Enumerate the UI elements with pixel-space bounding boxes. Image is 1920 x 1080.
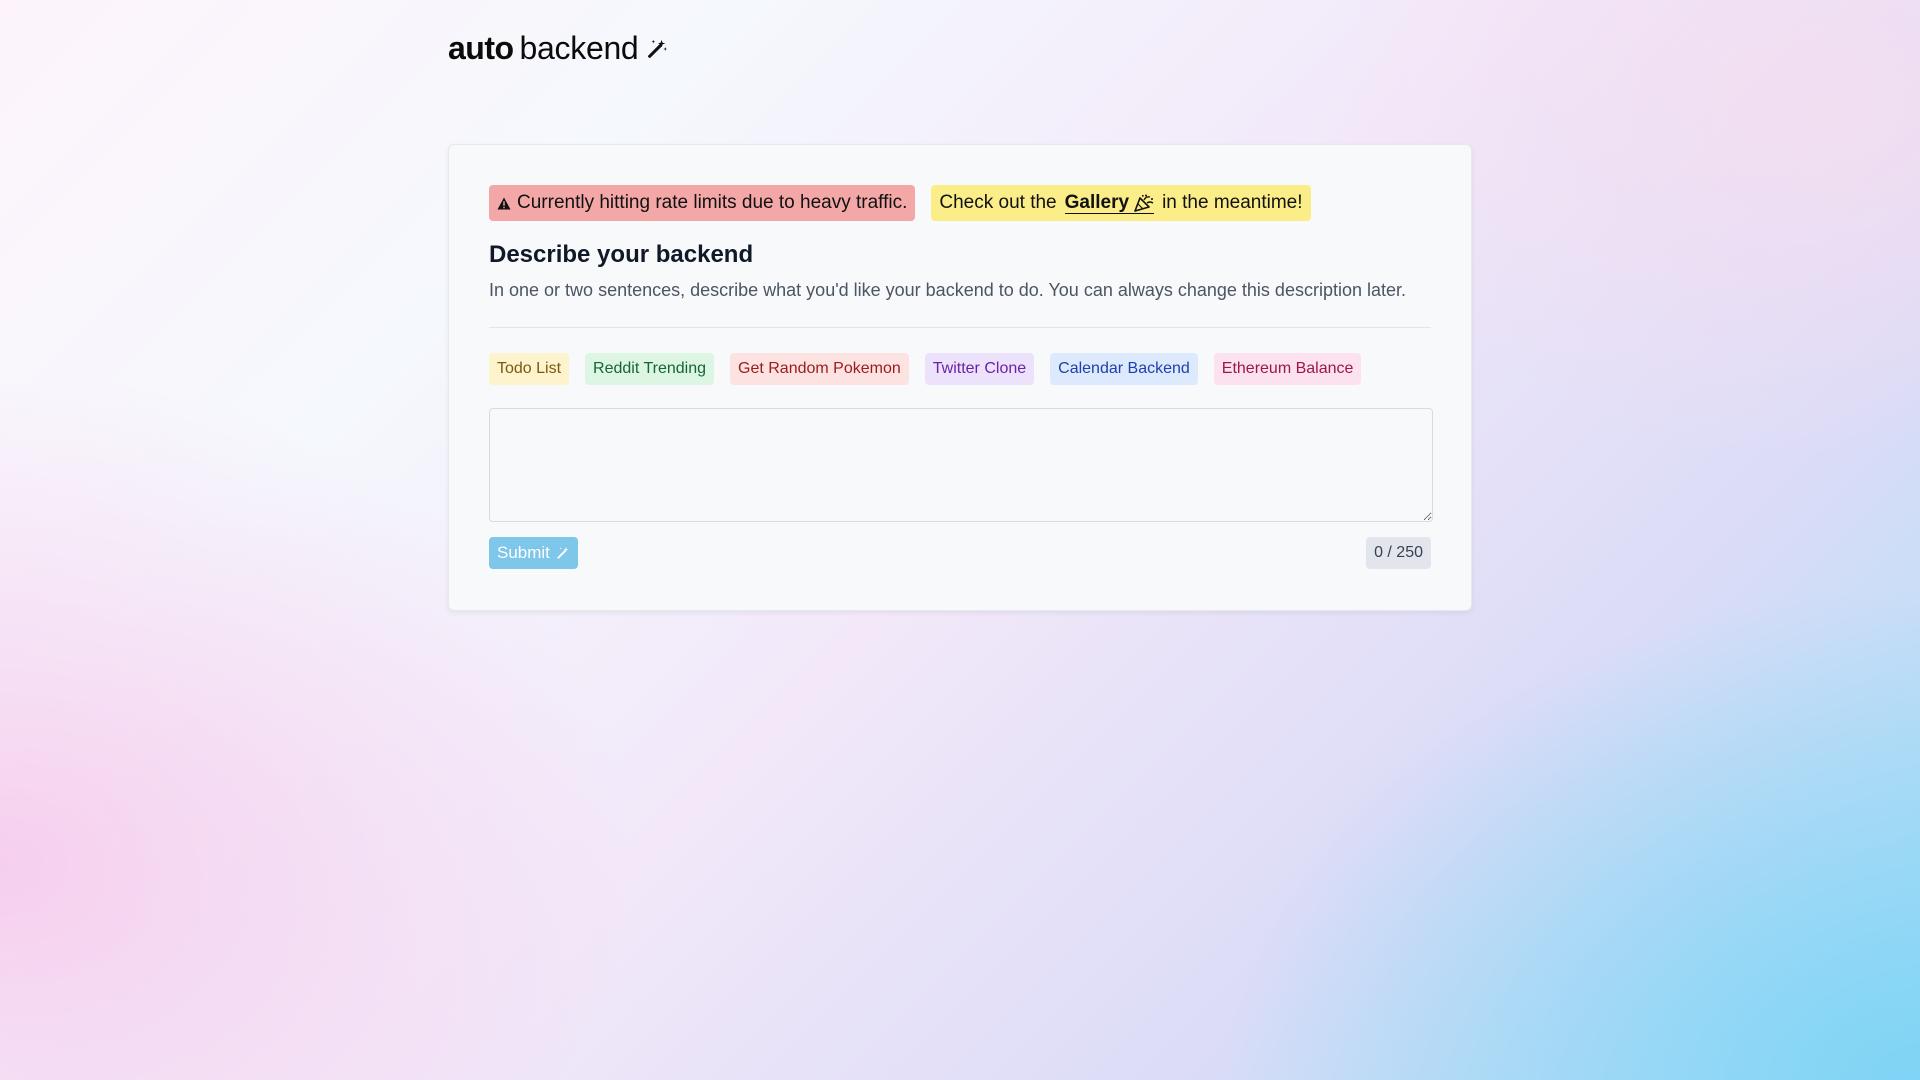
- example-chips: Todo List Reddit Trending Get Random Pok…: [489, 353, 1431, 385]
- gallery-prefix-text: Check out the: [939, 192, 1057, 213]
- magic-wand-icon: [557, 547, 569, 559]
- example-chip-get-random-pokemon[interactable]: Get Random Pokemon: [730, 353, 909, 385]
- example-chip-ethereum-balance[interactable]: Ethereum Balance: [1213, 353, 1362, 385]
- logo-auto-text: auto: [448, 30, 514, 66]
- rate-limit-text: Currently hitting rate limits due to hea…: [517, 192, 908, 213]
- alerts-row: Currently hitting rate limits due to hea…: [489, 185, 1431, 221]
- rate-limit-alert: Currently hitting rate limits due to hea…: [489, 185, 916, 221]
- form-title: Describe your backend: [489, 241, 754, 268]
- submit-label: Submit: [497, 543, 550, 562]
- character-counter: 0 / 250: [1366, 537, 1431, 569]
- app-logo[interactable]: auto backend: [448, 30, 668, 67]
- form-footer: Submit 0 / 250: [489, 537, 1431, 569]
- warning-icon: [497, 197, 511, 209]
- example-chip-twitter-clone[interactable]: Twitter Clone: [924, 353, 1035, 385]
- magic-wand-icon: [648, 39, 668, 58]
- logo-backend-text: backend: [519, 30, 639, 66]
- example-chip-todo-list[interactable]: Todo List: [489, 353, 570, 385]
- gallery-alert: Check out the Gallery in the meantime!: [931, 185, 1311, 221]
- submit-button[interactable]: Submit: [489, 537, 578, 569]
- example-chip-calendar-backend[interactable]: Calendar Backend: [1050, 353, 1198, 385]
- gallery-link[interactable]: Gallery: [1064, 191, 1155, 214]
- divider: [489, 327, 1431, 328]
- example-chip-reddit-trending[interactable]: Reddit Trending: [585, 353, 715, 385]
- gallery-link-label: Gallery: [1064, 191, 1130, 213]
- gallery-suffix-text: in the meantime!: [1162, 192, 1303, 213]
- form-subtitle: In one or two sentences, describe what y…: [489, 280, 1406, 300]
- description-input[interactable]: [489, 408, 1433, 522]
- describe-backend-card: Currently hitting rate limits due to hea…: [448, 144, 1472, 611]
- party-popper-icon: [1134, 194, 1154, 212]
